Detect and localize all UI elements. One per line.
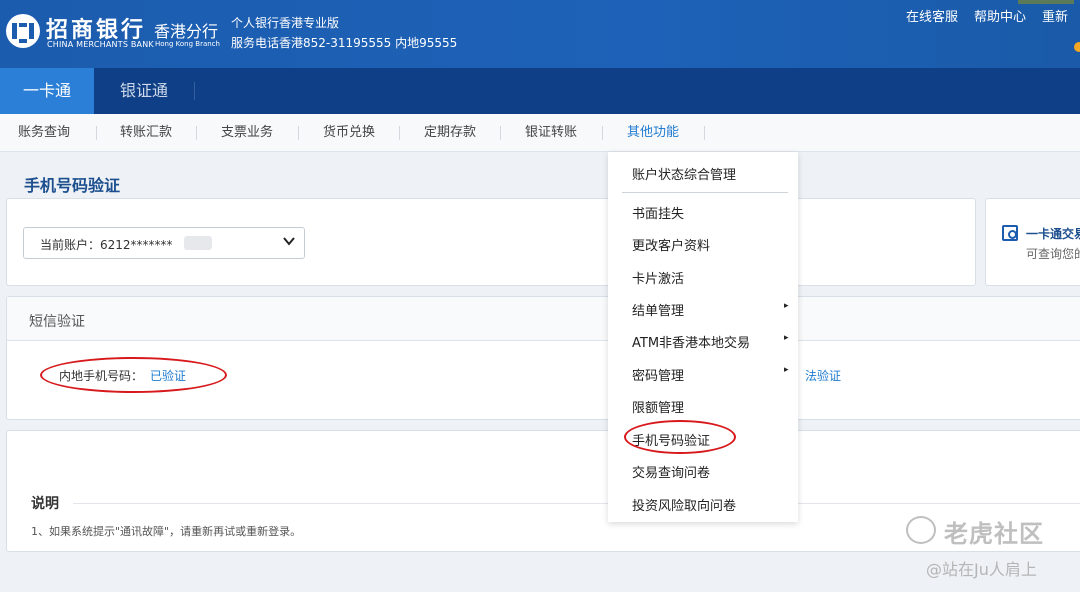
header-bar: 招商银行 CHINA MERCHANTS BANK 香港分行 Hong Kong…: [0, 0, 1080, 68]
menu-item-account-status[interactable]: 账户状态综合管理: [632, 164, 736, 183]
menu-item-atm-overseas[interactable]: ATM非香港本地交易: [632, 332, 750, 351]
cmb-logo-icon: [6, 14, 40, 48]
side-card[interactable]: 一卡通交易 可查询您的: [985, 198, 1080, 286]
subnav-divider: [704, 126, 705, 140]
menu-item-password[interactable]: 密码管理: [632, 365, 684, 384]
branch-name-en: Hong Kong Branch: [155, 40, 220, 48]
subnav-securities-transfer[interactable]: 银证转账: [525, 114, 577, 152]
subnav-divider: [602, 126, 603, 140]
subnav-other-functions[interactable]: 其他功能: [627, 114, 679, 152]
subnav-cheque[interactable]: 支票业务: [221, 114, 273, 152]
subnav-currency-exchange[interactable]: 货币兑换: [323, 114, 375, 152]
sms-panel-title: 短信验证: [29, 314, 85, 330]
sms-panel-header: 短信验证: [7, 297, 1080, 341]
bank-name-en: CHINA MERCHANTS BANK: [47, 40, 154, 49]
tab-divider: [194, 82, 195, 100]
subnav-divider: [298, 126, 299, 140]
watermark-brand: 老虎社区: [944, 520, 1044, 548]
menu-item-statement[interactable]: 结单管理: [632, 300, 684, 319]
subnav-divider: [399, 126, 400, 140]
menu-divider: [622, 192, 788, 193]
masked-digits: [184, 236, 212, 250]
subnav-divider: [196, 126, 197, 140]
subnav-divider: [96, 126, 97, 140]
notification-icon[interactable]: [1074, 42, 1080, 52]
tiger-community-logo-icon: [906, 516, 936, 544]
version-label: 个人银行香港专业版: [231, 16, 340, 30]
watermark-user: @站在Ju人肩上: [926, 560, 1037, 579]
search-icon: [1002, 225, 1018, 241]
online-service-link[interactable]: 在线客服: [906, 6, 958, 25]
verify-link[interactable]: 法验证: [805, 367, 841, 384]
menu-item-risk-survey[interactable]: 投资风险取向问卷: [632, 495, 736, 514]
submenu-arrow-icon: ▸: [784, 365, 789, 375]
other-functions-menu: 账户状态综合管理 书面挂失 更改客户资料 卡片激活 结单管理 ▸ ATM非香港本…: [608, 152, 798, 522]
notes-divider: [73, 503, 1080, 504]
menu-item-report-loss[interactable]: 书面挂失: [632, 203, 684, 222]
chevron-down-icon: [283, 237, 295, 246]
highlight-ellipse: [624, 420, 736, 454]
subnav-transfer[interactable]: 转账汇款: [120, 114, 172, 152]
highlight-ellipse: [40, 357, 227, 393]
main-nav: 一卡通 银证通: [0, 68, 1080, 114]
tab-yinzhengtong[interactable]: 银证通: [94, 68, 194, 114]
submenu-arrow-icon: ▸: [784, 301, 789, 311]
note-item: 1、如果系统提示"通讯故障"，请重新再试或重新登录。: [31, 525, 302, 538]
subnav-fixed-deposit[interactable]: 定期存款: [424, 114, 476, 152]
menu-item-transaction-survey[interactable]: 交易查询问卷: [632, 462, 710, 481]
subnav-divider: [500, 126, 501, 140]
relogin-link[interactable]: 重新: [1042, 6, 1068, 25]
account-select-value: 当前账户：6212*******: [40, 238, 173, 252]
top-strip: [1018, 0, 1074, 4]
top-links: 在线客服 帮助中心 重新: [906, 6, 1068, 25]
menu-item-limit[interactable]: 限额管理: [632, 397, 684, 416]
help-center-link[interactable]: 帮助中心: [974, 6, 1026, 25]
branch-name: 香港分行: [154, 22, 219, 41]
menu-item-card-activation[interactable]: 卡片激活: [632, 268, 684, 287]
menu-item-update-profile[interactable]: 更改客户资料: [632, 235, 710, 254]
account-panel: 当前账户：6212*******: [6, 198, 976, 286]
side-card-title: 一卡通交易: [1026, 227, 1080, 241]
account-select[interactable]: 当前账户：6212*******: [23, 227, 305, 259]
side-card-subtitle: 可查询您的: [1026, 247, 1080, 261]
subnav-account-query[interactable]: 账务查询: [18, 114, 70, 152]
page-title: 手机号码验证: [24, 176, 121, 195]
sub-nav: 账务查询 转账汇款 支票业务 货币兑换 定期存款 银证转账 其他功能: [0, 114, 1080, 152]
tab-yikatong[interactable]: 一卡通: [0, 68, 94, 114]
submenu-arrow-icon: ▸: [784, 333, 789, 343]
service-phone: 服务电话香港852-31195555 内地95555: [231, 36, 458, 50]
notes-title: 说明: [31, 496, 59, 512]
